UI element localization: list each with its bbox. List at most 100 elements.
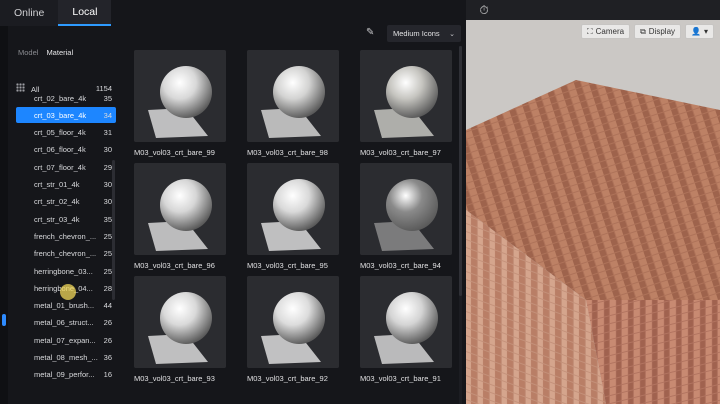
category-count: 44 [103, 301, 112, 311]
category-item[interactable]: crt_03_bare_4k 34 [16, 107, 116, 124]
material-preview [134, 50, 226, 142]
display-button[interactable]: ⧉ Display [634, 24, 682, 39]
category-item[interactable]: crt_05_floor_4k 31 [16, 125, 116, 141]
category-label: crt_05_floor_4k [34, 128, 86, 138]
camera-label: Camera [595, 27, 625, 36]
category-label: french_chevron_... [34, 231, 97, 241]
material-thumbnail[interactable]: M03_vol03_crt_bare_93 [134, 276, 226, 383]
sphere-preview-icon [247, 163, 339, 255]
sphere-preview-icon [360, 163, 452, 255]
material-thumbnail[interactable]: M03_vol03_crt_bare_98 [247, 50, 339, 157]
asset-type-tabs: Model Material [18, 48, 73, 57]
category-label: herringbone_03... [34, 266, 93, 276]
tab-online[interactable]: Online [0, 0, 59, 26]
material-thumbnail[interactable]: M03_vol03_crt_bare_95 [247, 163, 339, 270]
material-preview [360, 276, 452, 368]
app-window: ⏱ ⛶ Camera ⧉ Display 👤 ▾ Online Local Mo… [0, 0, 720, 404]
camera-button[interactable]: ⛶ Camera [581, 24, 631, 39]
tab-material[interactable]: Material [46, 48, 73, 57]
category-label: crt_03_bare_4k [34, 110, 87, 120]
category-item[interactable]: metal_01_brush... 44 [16, 298, 116, 314]
brick-cube-scene [466, 0, 720, 404]
category-item[interactable]: metal_06_struct... 26 [16, 315, 116, 331]
material-thumbnail[interactable]: M03_vol03_crt_bare_92 [247, 276, 339, 383]
category-item[interactable]: crt_str_01_4k 30 [16, 177, 116, 193]
category-count: 35 [103, 214, 112, 224]
mouse-cursor-highlight [60, 284, 76, 300]
sphere-preview-icon [134, 163, 226, 255]
gutter-indicator [2, 314, 6, 326]
category-label: metal_08_mesh_... [34, 353, 98, 362]
content-scrollbar-thumb[interactable] [459, 46, 462, 296]
category-label: metal_01_brush... [34, 301, 95, 311]
category-label: crt_07_floor_4k [34, 162, 86, 172]
tab-local[interactable]: Local [58, 0, 112, 26]
view-mode-select[interactable]: Medium Icons ⌄ [387, 25, 461, 42]
sphere-preview-icon [360, 50, 452, 142]
material-name: M03_vol03_crt_bare_92 [247, 374, 328, 383]
viewport-topbar: ⏱ [466, 0, 720, 20]
material-thumbnail[interactable]: M03_vol03_crt_bare_96 [134, 163, 226, 270]
material-browser-panel: Online Local Model Material All 1154 crt_0… [0, 0, 466, 404]
category-count: 36 [103, 353, 112, 362]
viewport-3d[interactable]: ⏱ ⛶ Camera ⧉ Display 👤 ▾ [466, 0, 720, 404]
category-count: 30 [103, 197, 112, 207]
sphere-preview-icon [247, 50, 339, 142]
chevron-down-icon: ▾ [703, 27, 708, 36]
material-name: M03_vol03_crt_bare_98 [247, 148, 328, 157]
display-icon: ⧉ [640, 27, 646, 36]
material-preview [247, 163, 339, 255]
material-name: M03_vol03_crt_bare_96 [134, 261, 215, 270]
sphere-preview-icon [134, 50, 226, 142]
category-count: 25 [103, 249, 112, 259]
category-count: 30 [103, 180, 112, 189]
category-item[interactable]: metal_08_mesh_... 36 [16, 350, 116, 366]
category-label: metal_07_expan... [34, 335, 96, 345]
category-item[interactable]: metal_09_perfor... 16 [16, 367, 116, 383]
category-item[interactable]: french_chevron_... 25 [16, 228, 116, 244]
category-item[interactable]: crt_07_floor_4k 29 [16, 159, 116, 175]
material-thumbnail[interactable]: M03_vol03_crt_bare_94 [360, 163, 452, 270]
category-count: 25 [103, 266, 112, 276]
timer-icon[interactable]: ⏱ [476, 2, 492, 18]
category-item[interactable]: metal_07_expan... 26 [16, 332, 116, 348]
material-thumbnail[interactable]: M03_vol03_crt_bare_97 [360, 50, 452, 157]
category-item[interactable]: crt_02_bare_4k 35 [16, 90, 116, 106]
category-item[interactable]: herringbone_03... 25 [16, 263, 116, 279]
category-item[interactable]: french_chevron_... 25 [16, 246, 116, 262]
display-label: Display [648, 27, 676, 36]
category-scrollbar[interactable] [112, 160, 115, 300]
category-item[interactable]: crt_06_floor_4k 30 [16, 142, 116, 158]
category-label: french_chevron_... [34, 249, 97, 259]
material-name: M03_vol03_crt_bare_95 [247, 261, 328, 270]
category-count: 35 [103, 93, 112, 103]
material-preview [247, 276, 339, 368]
user-menu-button[interactable]: 👤 ▾ [685, 24, 714, 39]
viewport-toolbar: ⛶ Camera ⧉ Display 👤 ▾ [581, 24, 714, 39]
material-thumbnail[interactable]: M03_vol03_crt_bare_99 [134, 50, 226, 157]
tab-model[interactable]: Model [18, 48, 38, 57]
material-name: M03_vol03_crt_bare_91 [360, 374, 441, 383]
category-count: 16 [103, 370, 112, 380]
category-count: 26 [103, 318, 112, 328]
material-name: M03_vol03_crt_bare_97 [360, 148, 441, 157]
pencil-icon[interactable]: ✎ [366, 27, 374, 38]
category-label: crt_str_03_4k [34, 214, 80, 224]
sphere-preview-icon [360, 276, 452, 368]
material-name: M03_vol03_crt_bare_94 [360, 261, 441, 270]
category-count: 31 [103, 128, 112, 138]
category-label: metal_06_struct... [34, 318, 94, 328]
material-name: M03_vol03_crt_bare_99 [134, 148, 215, 157]
category-count: 25 [103, 231, 112, 241]
chevron-down-icon: ⌄ [449, 30, 455, 38]
content-scrollbar[interactable] [459, 46, 462, 404]
material-preview [360, 50, 452, 142]
category-item[interactable]: crt_str_03_4k 35 [16, 211, 116, 227]
category-item[interactable]: crt_str_02_4k 30 [16, 194, 116, 210]
category-label: metal_09_perfor... [34, 370, 95, 380]
material-thumbnail[interactable]: M03_vol03_crt_bare_91 [360, 276, 452, 383]
sphere-preview-icon [134, 276, 226, 368]
view-mode-label: Medium Icons [393, 29, 440, 38]
category-label: crt_str_02_4k [34, 197, 80, 207]
category-label: crt_02_bare_4k [34, 93, 87, 103]
